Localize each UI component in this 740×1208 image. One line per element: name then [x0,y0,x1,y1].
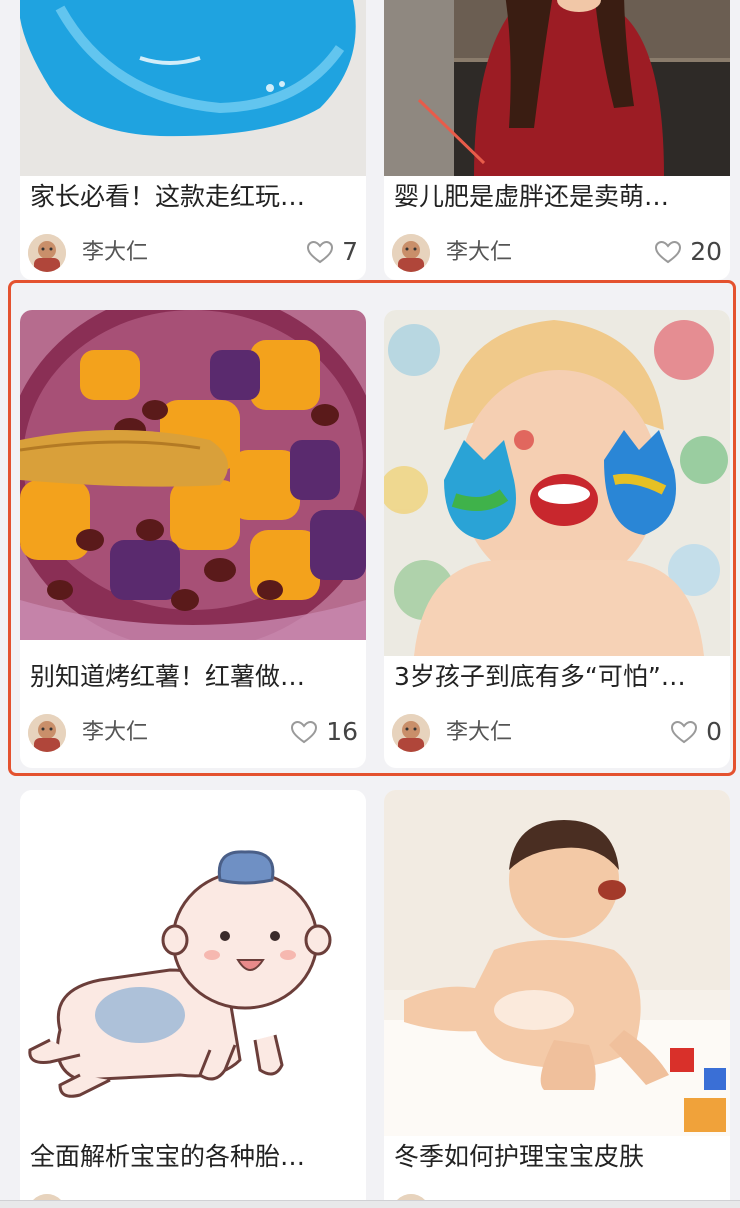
author-name[interactable]: 李大仁 [82,718,148,748]
post-thumbnail-cartoon-baby[interactable] [20,790,366,1136]
like-button[interactable]: 7 [306,234,358,270]
like-count: 20 [690,237,722,266]
heart-outline-icon [655,240,682,264]
author-name[interactable]: 李大仁 [446,718,512,748]
post-card[interactable]: 别知道烤红薯！红薯做… 李大仁 16 [20,310,366,768]
author-avatar[interactable] [392,234,430,272]
like-count: 0 [706,717,722,746]
post-meta: 李大仁 7 [28,232,358,272]
post-thumbnail-blue-toy[interactable] [20,0,366,176]
like-count: 16 [326,717,358,746]
post-card[interactable]: 3岁孩子到底有多“可怕”… 李大仁 0 [384,310,730,768]
post-title[interactable]: 别知道烤红薯！红薯做… [30,660,356,694]
post-title[interactable]: 3岁孩子到底有多“可怕”… [394,660,720,694]
post-title[interactable]: 冬季如何护理宝宝皮肤 [394,1140,720,1174]
author-avatar[interactable] [28,234,66,272]
post-thumbnail-painted-hands-child[interactable] [384,310,730,656]
author-avatar[interactable] [392,714,430,752]
post-card[interactable]: 家长必看！这款走红玩… 李大仁 7 [20,0,366,280]
post-meta: 李大仁 20 [392,232,722,272]
post-card[interactable]: 婴儿肥是虚胖还是卖萌… 李大仁 20 [384,0,730,280]
post-feed: 家长必看！这款走红玩… 李大仁 7 婴儿肥是虚胖还是卖萌… 李大仁 20 别知道… [0,0,740,1208]
heart-outline-icon [671,720,698,744]
post-thumbnail-sweet-potato-dessert[interactable] [20,310,366,640]
post-title[interactable]: 全面解析宝宝的各种胎… [30,1140,356,1174]
post-card[interactable]: 全面解析宝宝的各种胎… [20,790,366,1208]
like-button[interactable]: 16 [290,714,358,750]
post-card[interactable]: 冬季如何护理宝宝皮肤 [384,790,730,1208]
author-avatar[interactable] [28,714,66,752]
like-count: 7 [342,237,358,266]
post-title[interactable]: 婴儿肥是虚胖还是卖萌… [394,180,720,214]
post-meta: 李大仁 16 [28,712,358,752]
like-button[interactable]: 20 [654,234,722,270]
bottom-divider [0,1200,740,1208]
author-name[interactable]: 李大仁 [446,238,512,268]
post-title[interactable]: 家长必看！这款走红玩… [30,180,356,214]
author-name[interactable]: 李大仁 [82,238,148,268]
post-thumbnail-crawling-baby[interactable] [384,790,730,1136]
heart-outline-icon [291,720,318,744]
like-button[interactable]: 0 [670,714,722,750]
heart-outline-icon [307,240,334,264]
post-meta: 李大仁 0 [392,712,722,752]
post-thumbnail-child-red[interactable] [384,0,730,176]
